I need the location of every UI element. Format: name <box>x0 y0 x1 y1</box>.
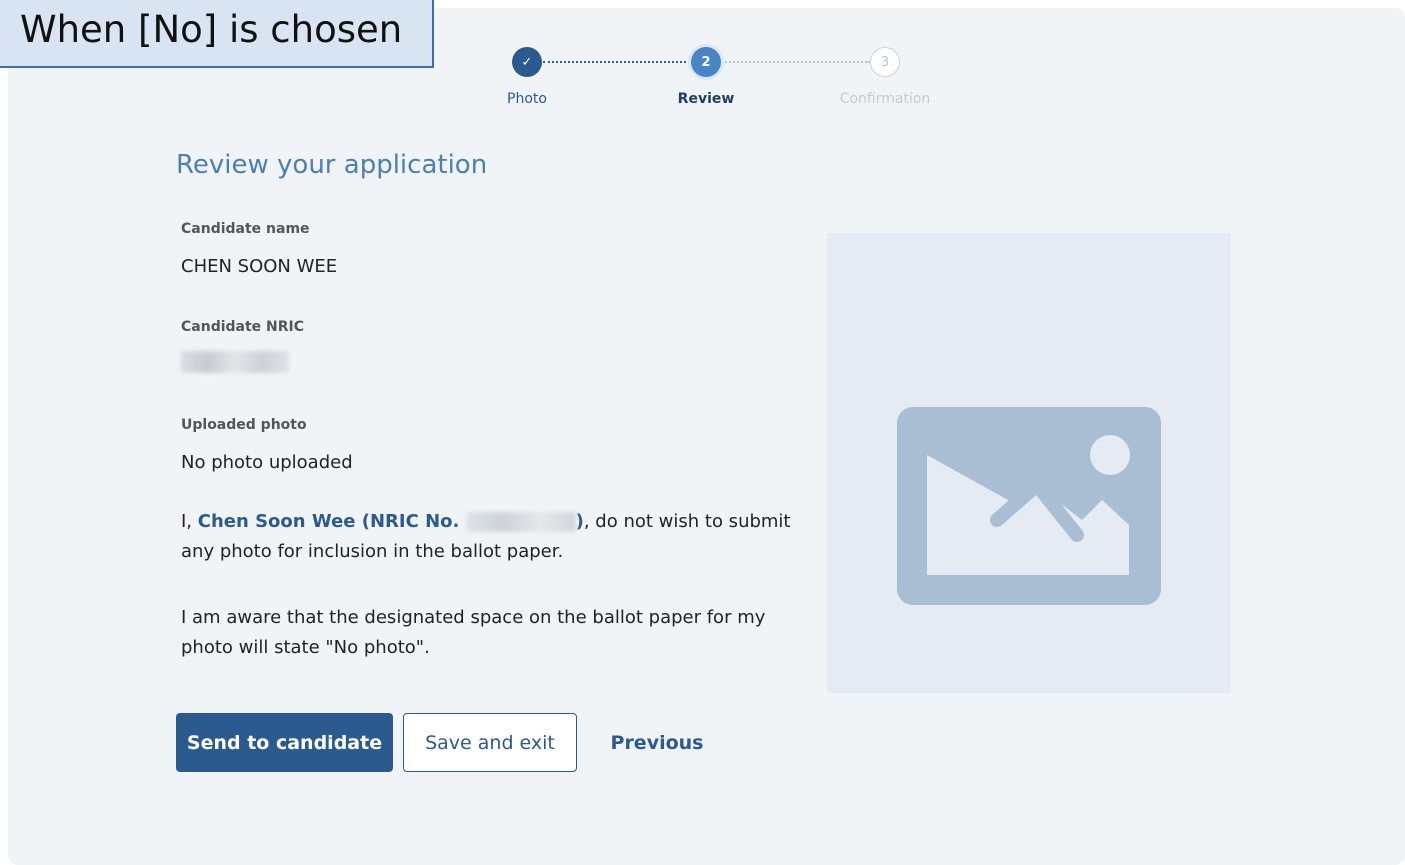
stepper-connector-2 <box>722 61 870 63</box>
declaration-close-paren: ) <box>575 511 584 532</box>
send-to-candidate-button[interactable]: Send to candidate <box>176 713 393 772</box>
candidate-name-label: Candidate name <box>181 221 310 237</box>
declaration-name-text: Chen Soon Wee (NRIC No. <box>197 511 466 532</box>
candidate-nric-label: Candidate NRIC <box>181 319 305 335</box>
uploaded-photo-value: No photo uploaded <box>181 452 353 473</box>
save-and-exit-button[interactable]: Save and exit <box>403 713 577 772</box>
step-1-label: Photo <box>507 91 547 107</box>
redacted-nric-inline <box>465 512 576 532</box>
declaration-paragraph: I, Chen Soon Wee (NRIC No. ), do not wis… <box>181 507 791 567</box>
step-3-label: Confirmation <box>839 91 931 107</box>
stepper-connector-1 <box>543 61 690 63</box>
step-3-marker: 3 <box>870 47 900 77</box>
previous-link[interactable]: Previous <box>598 713 716 772</box>
step-1-check-icon: ✓ <box>512 47 542 77</box>
page-title: Review your application <box>176 150 488 180</box>
candidate-nric-value <box>181 351 289 373</box>
candidate-name-value: CHEN SOON WEE <box>181 256 338 277</box>
annotation-callout: When [No] is chosen <box>0 0 434 68</box>
declaration-candidate-name: Chen Soon Wee (NRIC No. ) <box>198 511 584 532</box>
redacted-nric <box>181 351 289 373</box>
step-2-marker: 2 <box>691 47 721 77</box>
declaration-prefix: I, <box>181 511 198 532</box>
awareness-paragraph: I am aware that the designated space on … <box>181 607 766 658</box>
image-placeholder-icon <box>897 407 1161 605</box>
photo-preview-box <box>827 233 1231 693</box>
step-2-label: Review <box>677 91 735 107</box>
uploaded-photo-label: Uploaded photo <box>181 417 307 433</box>
